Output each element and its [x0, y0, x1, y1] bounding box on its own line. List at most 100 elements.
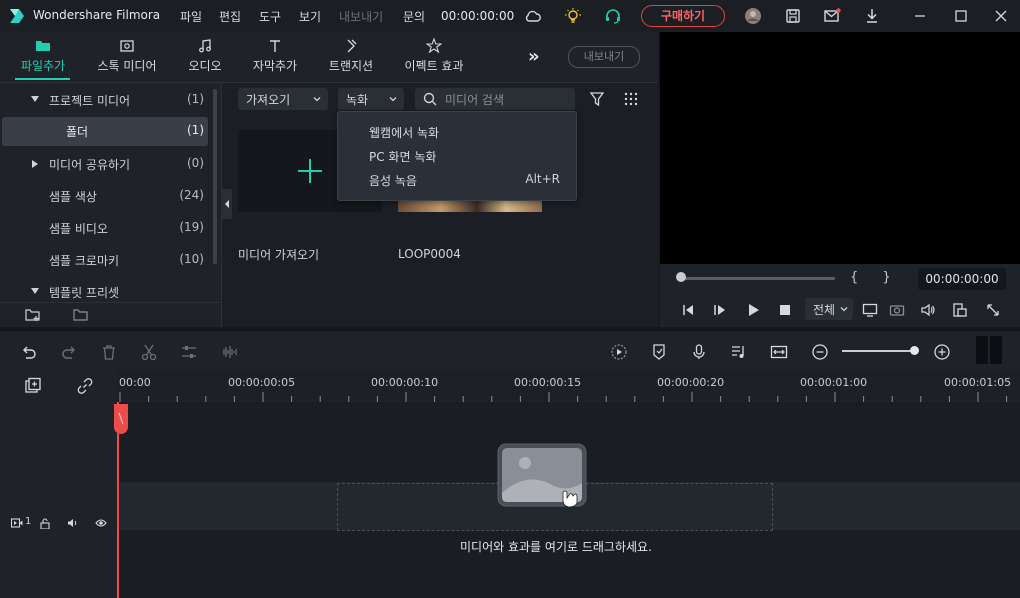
- scrubber-handle[interactable]: [676, 272, 686, 282]
- cloud-icon[interactable]: [524, 7, 542, 25]
- audio-mixer-icon[interactable]: [730, 343, 748, 361]
- delete-icon[interactable]: [100, 343, 118, 361]
- play-icon[interactable]: [745, 302, 761, 318]
- menu-item-screen-record[interactable]: PC 화면 녹화: [369, 148, 436, 165]
- voice-record-shortcut: Alt+R: [525, 172, 560, 186]
- menu-edit[interactable]: 편집: [219, 8, 241, 25]
- minimize-icon[interactable]: [911, 7, 929, 25]
- ruler-ticks: [119, 392, 1008, 402]
- tree-item-sample-chroma[interactable]: 샘플 크로마키 (10): [0, 246, 210, 274]
- fullscreen-icon[interactable]: [985, 302, 1001, 318]
- eye-icon[interactable]: [95, 518, 107, 528]
- menu-export[interactable]: 내보내기: [339, 8, 383, 25]
- tab-transitions[interactable]: 트랜지션: [320, 38, 382, 78]
- grid-view-icon[interactable]: [623, 91, 639, 107]
- import-dropdown[interactable]: 가져오기: [238, 88, 328, 110]
- prev-frame-icon[interactable]: [680, 302, 696, 318]
- buy-button[interactable]: 구매하기: [641, 5, 725, 27]
- ruler-label: 00:00: [119, 376, 151, 389]
- preview-panel: { } 00:00:00:00 전체: [660, 32, 1020, 327]
- expand-arrow-icon: [32, 160, 38, 168]
- menu-file[interactable]: 파일: [180, 8, 202, 25]
- volume-icon[interactable]: [920, 302, 936, 318]
- tree-item-label: 프로젝트 미디어: [49, 94, 131, 108]
- tab-titles[interactable]: 자막추가: [244, 38, 306, 78]
- filter-icon[interactable]: [589, 91, 605, 107]
- tree-item-label: 샘플 크로마키: [49, 254, 120, 268]
- collapse-panel-button[interactable]: [222, 189, 232, 219]
- tab-label: 자막추가: [252, 59, 298, 73]
- tab-add-files[interactable]: 파일추가: [12, 38, 74, 78]
- mark-in-out[interactable]: { }: [850, 270, 891, 285]
- undo-icon[interactable]: [20, 343, 38, 361]
- playhead-handle[interactable]: [114, 404, 128, 434]
- download-icon[interactable]: [863, 7, 881, 25]
- clip-label: LOOP0004: [398, 247, 461, 261]
- menu-item-webcam-record[interactable]: 웹캠에서 녹화: [369, 124, 439, 141]
- cut-icon[interactable]: [140, 343, 158, 361]
- track-volume-icon[interactable]: [67, 518, 78, 528]
- tree-item-shared-media[interactable]: 미디어 공유하기 (0): [0, 150, 210, 178]
- tree-item-folder[interactable]: 폴더 (1): [2, 117, 208, 146]
- close-icon[interactable]: [992, 7, 1010, 25]
- tree-item-count: (0): [187, 156, 204, 170]
- zoom-slider-handle[interactable]: [910, 346, 919, 355]
- avatar[interactable]: [744, 7, 762, 25]
- microphone-icon[interactable]: [690, 343, 708, 361]
- zoom-out-icon[interactable]: [811, 343, 829, 361]
- more-tabs-button[interactable]: »: [528, 46, 540, 67]
- menu-view[interactable]: 보기: [299, 8, 321, 25]
- tab-audio[interactable]: 오디오: [180, 38, 230, 78]
- tree-item-project-media[interactable]: 프로젝트 미디어 (1): [0, 86, 210, 114]
- tree-scrollbar[interactable]: [213, 89, 217, 264]
- tree-item-label: 샘플 비디오: [49, 222, 109, 236]
- effects-icon: [426, 38, 442, 54]
- link-icon[interactable]: [76, 377, 94, 395]
- record-dropdown[interactable]: 녹화: [338, 88, 404, 110]
- redo-icon[interactable]: [60, 343, 78, 361]
- tab-effects[interactable]: 이펙트 효과: [398, 38, 470, 78]
- stock-media-icon: [119, 38, 135, 54]
- export-button[interactable]: 내보내기: [568, 46, 640, 68]
- monitor-icon[interactable]: [862, 302, 878, 318]
- folder-outline-icon[interactable]: [72, 307, 90, 323]
- new-folder-icon[interactable]: [24, 307, 42, 323]
- menu-item-voice-record[interactable]: 음성 녹음: [369, 172, 417, 189]
- bulb-icon[interactable]: [564, 7, 582, 25]
- menu-help[interactable]: 문의: [403, 8, 425, 25]
- menu-tools[interactable]: 도구: [259, 8, 281, 25]
- adjust-icon[interactable]: [180, 343, 198, 361]
- next-frame-icon[interactable]: [712, 302, 728, 318]
- preview-scrubber[interactable]: [680, 277, 835, 280]
- save-icon[interactable]: [784, 7, 802, 25]
- panel-layout-icon[interactable]: [975, 335, 1003, 365]
- timeline-tracks: 1 미디어와 효과를 여기로 드래그하세요.: [0, 402, 1020, 598]
- media-tree: 프로젝트 미디어 (1) 폴더 (1) 미디어 공유하기 (0) 샘플 색상 (…: [0, 83, 220, 300]
- quality-dropdown[interactable]: 전체: [805, 298, 853, 320]
- title-bar: Wondershare Filmora 파일 편집 도구 보기 내보내기 문의 …: [0, 0, 1020, 32]
- headset-icon[interactable]: [604, 7, 622, 25]
- tree-item-count: (1): [187, 92, 204, 106]
- render-preview-icon[interactable]: [610, 343, 628, 361]
- chevron-down-icon: [839, 304, 849, 314]
- quality-label: 전체: [813, 303, 836, 317]
- zoom-in-icon[interactable]: [933, 343, 951, 361]
- mail-icon[interactable]: [823, 7, 841, 25]
- media-search-input[interactable]: 미디어 검색: [415, 88, 575, 110]
- audio-wave-icon[interactable]: [220, 343, 238, 361]
- add-track-icon[interactable]: [24, 377, 42, 395]
- media-panel: 파일추가 스톡 미디어 오디오 자막추가 트랜지션 이펙트 효과 » 내보내기: [0, 32, 659, 327]
- tree-item-sample-colors[interactable]: 샘플 색상 (24): [0, 182, 210, 210]
- fit-timeline-icon[interactable]: [770, 343, 788, 361]
- zoom-slider[interactable]: [842, 350, 914, 352]
- timeline-ruler[interactable]: 00:00 00:00:00:05 00:00:00:10 00:00:00:1…: [0, 370, 1020, 402]
- tree-item-sample-videos[interactable]: 샘플 비디오 (19): [0, 214, 210, 242]
- pip-icon[interactable]: [952, 302, 968, 318]
- lock-icon[interactable]: [40, 518, 50, 529]
- stop-icon[interactable]: [777, 302, 793, 318]
- marker-icon[interactable]: [650, 343, 668, 361]
- folder-icon: [35, 38, 51, 54]
- maximize-icon[interactable]: [952, 7, 970, 25]
- tab-stock-media[interactable]: 스톡 미디어: [88, 38, 166, 78]
- snapshot-icon[interactable]: [889, 302, 905, 318]
